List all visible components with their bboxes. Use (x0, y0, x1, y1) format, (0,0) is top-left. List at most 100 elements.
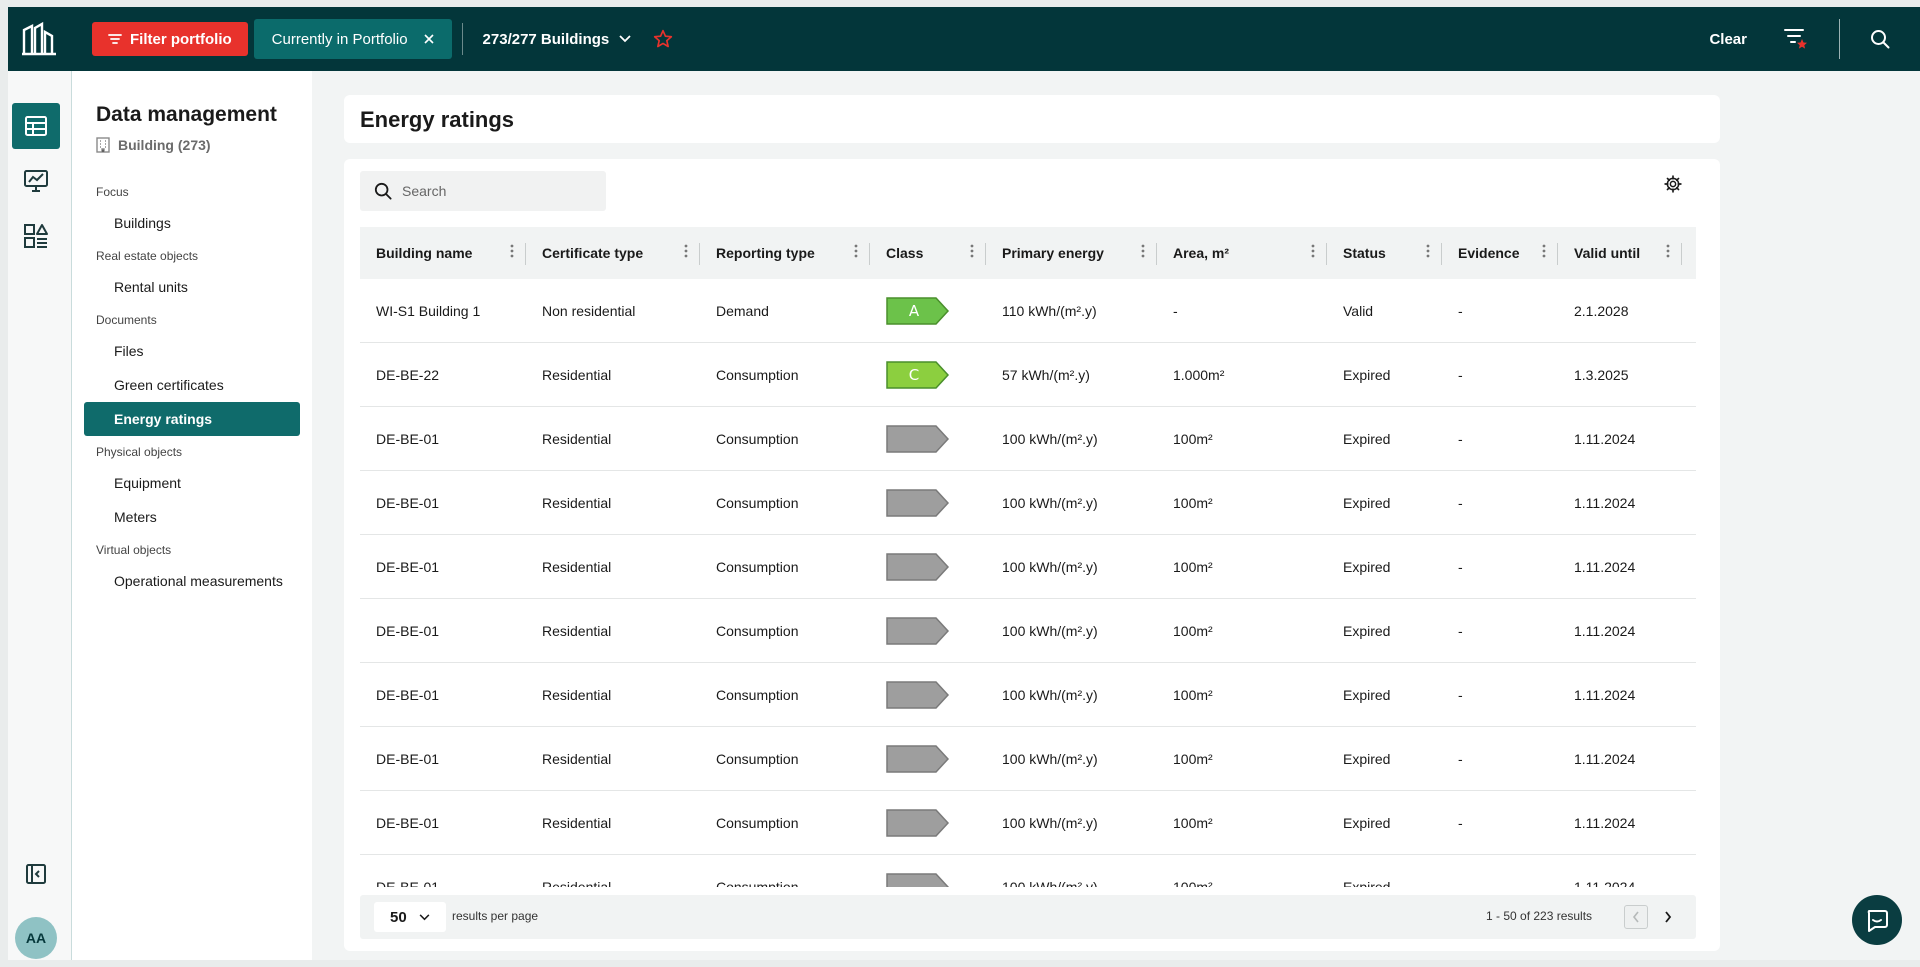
column-menu-icon[interactable] (1141, 243, 1145, 259)
per-page-select[interactable]: 50 (374, 902, 446, 932)
table-row[interactable]: DE-BE-22 Residential Consumption C 57 kWh/(m… (360, 343, 1696, 407)
portfolio-chip[interactable]: Currently in Portfolio (253, 19, 452, 59)
cell-report: Consumption (716, 687, 799, 703)
energy-class-arrow-icon (886, 553, 950, 581)
cell-valid: 1.11.2024 (1574, 495, 1636, 511)
column-header-label: Primary energy (1002, 245, 1104, 261)
column-header[interactable]: Class (870, 227, 986, 279)
column-header[interactable]: Building name (360, 227, 526, 279)
cell-valid: 2.1.2028 (1574, 303, 1629, 319)
column-menu-icon[interactable] (970, 243, 974, 259)
close-icon[interactable] (423, 34, 434, 44)
cell-status: Expired (1343, 623, 1391, 639)
results-range: 1 - 50 of 223 results (1486, 909, 1593, 923)
filter-portfolio-button[interactable]: Filter portfolio (92, 22, 248, 56)
column-menu-icon[interactable] (854, 243, 858, 259)
sidebar-item-green-certificates[interactable]: Green certificates (84, 368, 300, 402)
sidebar-item-buildings[interactable]: Buildings (84, 206, 300, 240)
table-row[interactable]: DE-BE-01 Residential Consumption 100 kWh/(m… (360, 663, 1696, 727)
cell-name: DE-BE-01 (376, 431, 440, 447)
divider (461, 23, 463, 55)
chat-icon (1867, 910, 1888, 932)
table-row[interactable]: DE-BE-01 Residential Consumption 100 kWh/(m… (360, 471, 1696, 535)
table-row[interactable]: DE-BE-01 Residential Consumption 100 kWh/(m… (360, 727, 1696, 791)
cell-report: Consumption (716, 431, 799, 447)
rail-analytics[interactable] (12, 158, 60, 204)
table-icon (25, 116, 47, 136)
energy-class-badge (870, 855, 986, 887)
sidebar-item-energy-ratings[interactable]: Energy ratings (84, 402, 300, 436)
table-settings-button[interactable] (1664, 175, 1682, 198)
filter-portfolio-label: Filter portfolio (130, 30, 232, 48)
column-menu-icon[interactable] (510, 243, 514, 259)
collapse-sidebar-button[interactable] (12, 851, 60, 897)
column-header[interactable]: Primary energy (986, 227, 1157, 279)
rail-data-management[interactable] (12, 103, 60, 149)
column-menu-icon[interactable] (1666, 243, 1670, 259)
global-search-button[interactable] (1870, 29, 1890, 49)
cell-name: DE-BE-01 (376, 559, 440, 575)
column-menu-icon[interactable] (684, 243, 688, 259)
cell-name: DE-BE-01 (376, 623, 440, 639)
cell-nz: - (1682, 727, 1696, 791)
previous-page-button[interactable] (1624, 905, 1648, 929)
cell-cert: Non residential (542, 303, 636, 319)
avatar[interactable]: AA (15, 917, 57, 959)
sidebar-item-equipment[interactable]: Equipment (84, 466, 300, 500)
filter-star-icon (1784, 29, 1807, 49)
rail-widgets[interactable] (12, 213, 60, 259)
app-logo[interactable] (8, 7, 70, 71)
sidebar-item-rental-units[interactable]: Rental units (84, 270, 300, 304)
table-row[interactable]: DE-BE-01 Residential Consumption 100 kWh/(m… (360, 407, 1696, 471)
favorite-star[interactable] (653, 29, 673, 49)
column-header[interactable]: Certificate type (526, 227, 700, 279)
column-header[interactable]: Valid until (1558, 227, 1682, 279)
cell-nz: - (1682, 855, 1696, 887)
sidebar-item-operational-measurements[interactable]: Operational measurements (84, 564, 300, 598)
column-header[interactable]: Status (1327, 227, 1442, 279)
cell-status: Expired (1343, 367, 1391, 383)
search-input[interactable] (402, 183, 592, 199)
saved-filters-button[interactable] (1783, 27, 1809, 51)
cell-status: Expired (1343, 687, 1391, 703)
column-header-label: Area, m² (1173, 245, 1230, 261)
column-menu-icon[interactable] (1426, 243, 1430, 259)
next-page-button[interactable] (1656, 905, 1680, 929)
cell-valid: 1.11.2024 (1574, 815, 1636, 831)
chevron-down-icon (419, 913, 430, 920)
section-physical: Physical objects (96, 445, 183, 459)
cell-area: 100m² (1173, 623, 1213, 639)
star-icon (654, 29, 673, 48)
table-row[interactable]: DE-BE-01 Residential Consumption 100 kWh/(m… (360, 855, 1696, 887)
search-icon (1871, 30, 1890, 49)
energy-class-arrow-icon (886, 489, 950, 517)
table-row[interactable]: WI-S1 Building 1 Non residential Demand A 11… (360, 279, 1696, 343)
cell-area: - (1173, 303, 1178, 319)
column-header[interactable]: Evidence (1442, 227, 1558, 279)
portfolio-chip-label: Currently in Portfolio (271, 30, 408, 48)
column-header[interactable]: Area, m² (1157, 227, 1327, 279)
clear-button[interactable]: Clear (1709, 31, 1747, 48)
sidebar-item-meters[interactable]: Meters (84, 500, 300, 534)
energy-class-arrow-icon: A (886, 297, 950, 325)
cell-name: DE-BE-01 (376, 495, 440, 511)
cell-valid: 1.11.2024 (1574, 879, 1636, 887)
table-row[interactable]: DE-BE-01 Residential Consumption 100 kWh/(m… (360, 535, 1696, 599)
table-row[interactable]: DE-BE-01 Residential Consumption 100 kWh/(m… (360, 599, 1696, 663)
buildings-dropdown[interactable]: 273/277 Buildings (483, 31, 632, 48)
page-header: Energy ratings (344, 95, 1720, 143)
chat-button[interactable] (1852, 895, 1902, 945)
energy-class-badge: A (870, 279, 986, 343)
cell-valid: 1.11.2024 (1574, 687, 1636, 703)
column-menu-icon[interactable] (1311, 243, 1315, 259)
column-menu-icon[interactable] (1542, 243, 1546, 259)
column-header[interactable]: Reporting type (700, 227, 870, 279)
column-header[interactable]: NZ (1682, 227, 1696, 279)
cell-energy: 100 kWh/(m².y) (1002, 687, 1098, 703)
cell-area: 1.000m² (1173, 367, 1225, 383)
table-row[interactable]: DE-BE-01 Residential Consumption 100 kWh/(m… (360, 791, 1696, 855)
sidebar-item-files[interactable]: Files (84, 334, 300, 368)
column-header-label: Status (1343, 245, 1386, 261)
cell-area: 100m² (1173, 751, 1213, 767)
cell-status: Expired (1343, 879, 1391, 887)
